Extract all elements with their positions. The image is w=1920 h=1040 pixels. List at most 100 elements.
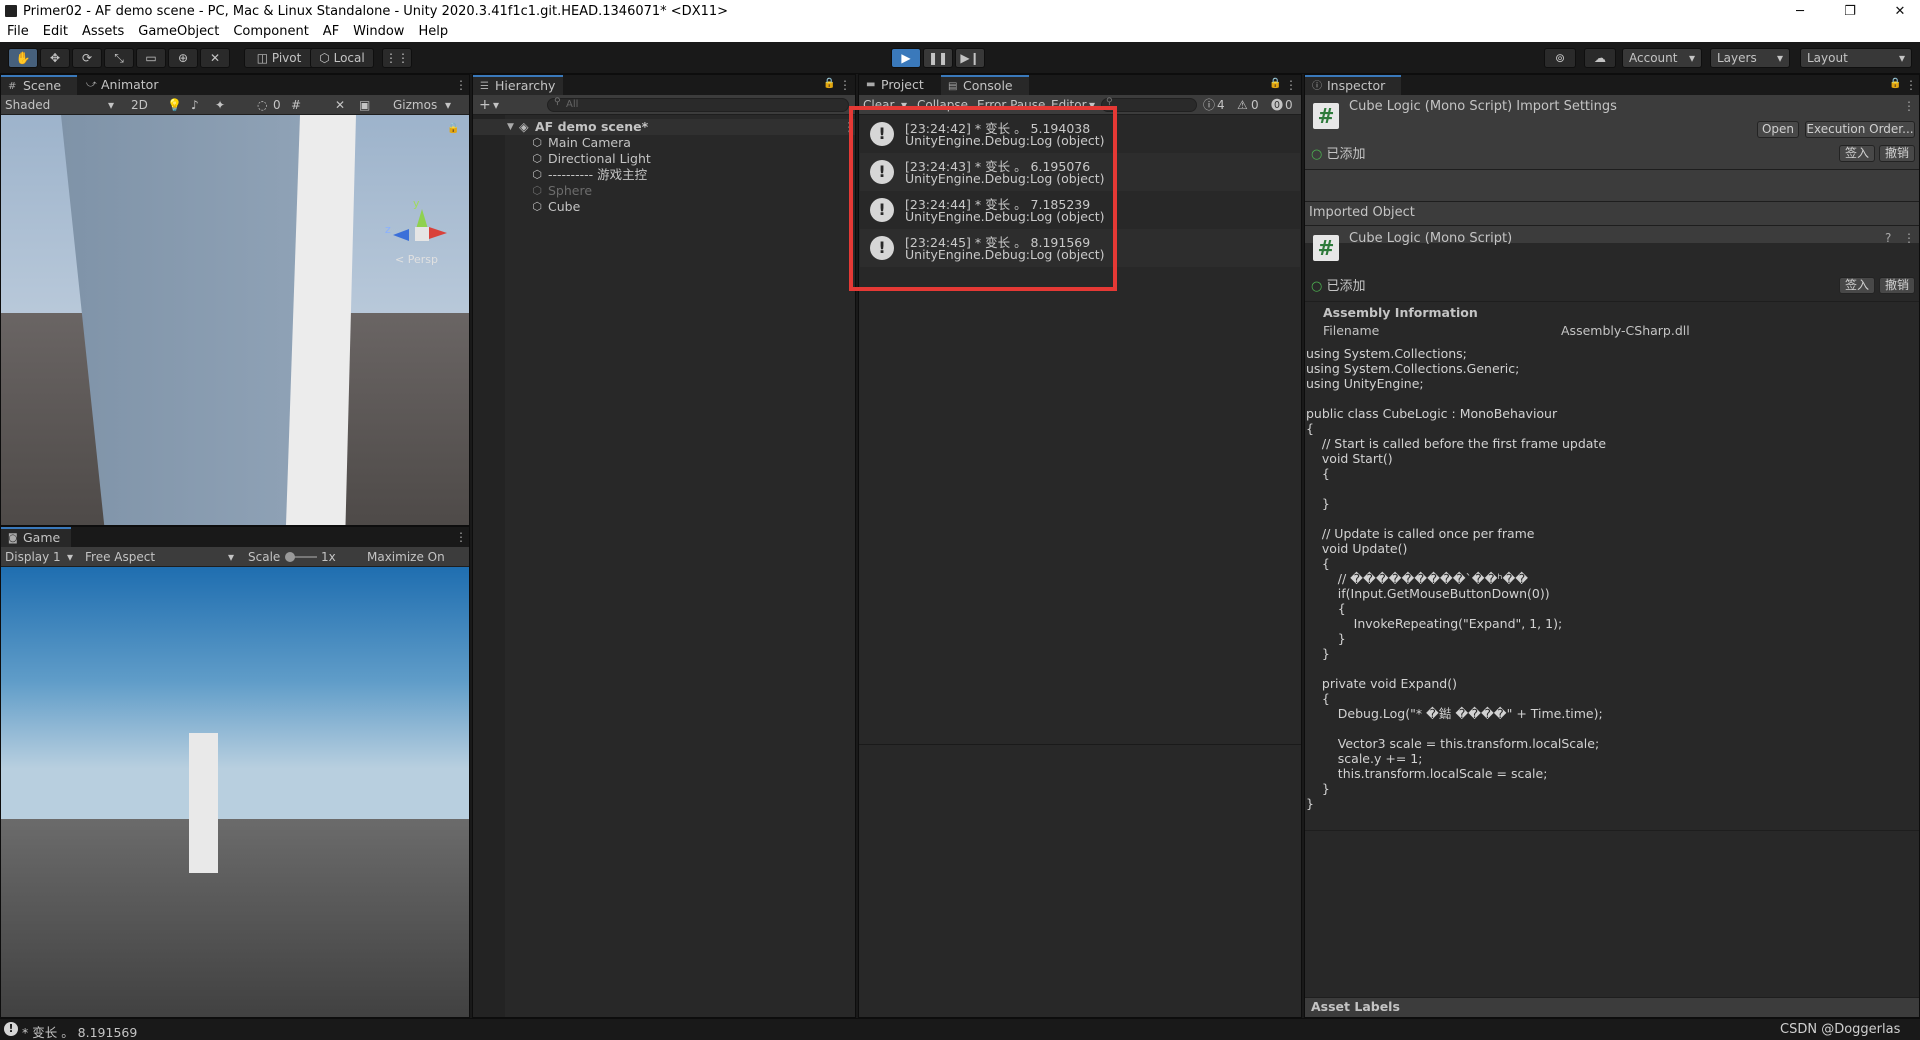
- add-button[interactable]: +: [479, 95, 491, 115]
- tab-inspector[interactable]: ⓘ Inspector: [1305, 75, 1401, 95]
- tab-animator[interactable]: ⤻ Animator: [79, 75, 169, 95]
- cloud-button[interactable]: ☁: [1584, 48, 1616, 68]
- more-options-icon[interactable]: ⋮: [1903, 99, 1915, 113]
- display-dropdown[interactable]: Display 1: [5, 547, 61, 567]
- lock-icon[interactable]: 🔒: [1269, 78, 1281, 90]
- more-options-icon[interactable]: ⋮: [1903, 231, 1915, 245]
- tab-game[interactable]: ◙ Game: [1, 527, 71, 547]
- hierarchy-item[interactable]: ⬡ Directional Light: [473, 151, 855, 167]
- menu-window[interactable]: Window: [346, 22, 411, 42]
- gizmos-dropdown[interactable]: Gizmos: [393, 95, 437, 115]
- game-viewport[interactable]: [1, 567, 469, 819]
- layout-dropdown[interactable]: Layout ▾: [1800, 48, 1912, 68]
- lock-icon[interactable]: 🔒: [1889, 78, 1901, 90]
- lock-icon[interactable]: 🔒: [447, 123, 459, 135]
- open-button[interactable]: Open: [1757, 121, 1799, 138]
- hand-icon: ✋: [15, 51, 31, 65]
- more-options-icon[interactable]: ⋮: [839, 78, 851, 92]
- aspect-dropdown[interactable]: Free Aspect: [85, 547, 155, 567]
- revert-button[interactable]: 撤销: [1879, 145, 1915, 162]
- warning-filter-icon[interactable]: ⚠: [1237, 95, 1248, 115]
- script-hash-icon: #: [1313, 235, 1339, 261]
- effects-icon[interactable]: ✦: [215, 95, 225, 115]
- more-options-icon[interactable]: ⋮: [1905, 78, 1917, 92]
- more-options-icon[interactable]: ⋮: [455, 530, 467, 544]
- error-count[interactable]: 0: [1285, 95, 1293, 115]
- grid-toggle-icon[interactable]: #: [291, 95, 301, 115]
- tools-icon: ✕: [209, 51, 221, 65]
- play-button[interactable]: ▶: [891, 48, 921, 68]
- tab-hierarchy[interactable]: ☰ Hierarchy: [473, 75, 563, 95]
- tools-toggle-icon[interactable]: ✕: [335, 95, 345, 115]
- console-tabbar: ▬ Project ▤ Console 🔒 ⋮: [859, 75, 1301, 95]
- menu-edit[interactable]: Edit: [36, 22, 75, 42]
- hierarchy-item-disabled[interactable]: ⬡ Sphere: [473, 183, 855, 199]
- scale-slider-handle[interactable]: [285, 552, 295, 562]
- warning-count[interactable]: 0: [1251, 95, 1259, 115]
- help-icon[interactable]: ?: [1885, 231, 1891, 245]
- menu-file[interactable]: File: [0, 22, 36, 42]
- revert-button[interactable]: 撤销: [1879, 277, 1915, 294]
- info-filter-icon[interactable]: ⓘ: [1203, 95, 1215, 115]
- hand-tool-button[interactable]: ✋: [8, 48, 38, 68]
- tab-scene[interactable]: # Scene: [1, 75, 77, 95]
- error-filter-icon[interactable]: ⓿: [1271, 95, 1283, 115]
- hierarchy-search-input[interactable]: ⚲ All: [547, 97, 849, 112]
- camera-icon[interactable]: ▣: [359, 95, 370, 115]
- scale-tool-button[interactable]: ⤡: [104, 48, 134, 68]
- move-tool-button[interactable]: ✥: [40, 48, 70, 68]
- maximize-on-play-toggle[interactable]: Maximize On Play: [367, 547, 469, 584]
- status-message[interactable]: * 变长 。 8.191569: [22, 1022, 137, 1040]
- minimize-button[interactable]: ─: [1780, 0, 1820, 22]
- step-button[interactable]: ▶❙: [955, 48, 985, 68]
- tab-project[interactable]: ▬ Project: [859, 75, 939, 95]
- rotate-tool-button[interactable]: ⟳: [72, 48, 102, 68]
- checkin-button[interactable]: 签入: [1839, 145, 1875, 162]
- hierarchy-item[interactable]: ⬡ Main Camera: [473, 135, 855, 151]
- pause-button[interactable]: ❚❚: [923, 48, 953, 68]
- restore-button[interactable]: ❐: [1830, 0, 1870, 22]
- layers-dropdown[interactable]: Layers ▾: [1710, 48, 1790, 68]
- execution-order-button[interactable]: Execution Order...: [1805, 121, 1915, 138]
- dropdown-arrow-icon: ▾: [228, 550, 235, 564]
- window-title: Primer02 - AF demo scene - PC, Mac & Lin…: [23, 3, 729, 19]
- menu-component[interactable]: Component: [226, 22, 315, 42]
- hierarchy-item[interactable]: ⬡ Cube: [473, 199, 855, 215]
- grid-snap-button[interactable]: ⋮⋮: [382, 48, 412, 68]
- account-dropdown[interactable]: Account ▾: [1622, 48, 1702, 68]
- menu-help[interactable]: Help: [411, 22, 455, 42]
- mode-2d-toggle[interactable]: 2D: [131, 95, 148, 115]
- hidden-objects-icon[interactable]: ◌: [257, 95, 267, 115]
- close-button[interactable]: ✕: [1880, 0, 1920, 22]
- status-added: ○ 已添加: [1311, 143, 1366, 162]
- collab-button[interactable]: ⊚: [1544, 48, 1576, 68]
- hierarchy-item[interactable]: ⬡ ---------- 游戏主控: [473, 167, 855, 183]
- axis-gizmo[interactable]: y z < Persp: [385, 193, 449, 271]
- projection-label[interactable]: < Persp: [395, 253, 438, 266]
- rect-tool-button[interactable]: ▭: [136, 48, 166, 68]
- local-toggle[interactable]: ⬡ Local: [310, 48, 374, 68]
- folder-icon: ▬: [866, 79, 876, 90]
- tab-console[interactable]: ▤ Console: [941, 75, 1029, 95]
- chevron-down-icon[interactable]: ▼: [507, 119, 514, 135]
- menu-af[interactable]: AF: [316, 22, 346, 42]
- console-splitter[interactable]: [859, 744, 1301, 745]
- transform-tool-button[interactable]: ⊕: [168, 48, 198, 68]
- menu-assets[interactable]: Assets: [75, 22, 131, 42]
- scene-root-row[interactable]: ▼ ◈ AF demo scene* ⋮: [473, 119, 856, 135]
- imported-object-label: Imported Object: [1309, 205, 1415, 220]
- shading-dropdown[interactable]: Shaded: [5, 95, 50, 115]
- more-options-icon[interactable]: ⋮: [1285, 78, 1297, 92]
- menu-gameobject[interactable]: GameObject: [131, 22, 226, 42]
- scene-view-toolbar: Shaded ▾ 2D 💡 ♪ ✦ ◌ 0 # ✕ ▣ Gizmos ▾: [1, 95, 469, 115]
- lock-icon[interactable]: 🔒: [823, 78, 835, 90]
- custom-tool-button[interactable]: ✕: [200, 48, 230, 68]
- gameobject-icon: ⬡: [532, 152, 542, 165]
- info-count[interactable]: 4: [1217, 95, 1225, 115]
- scene-name: AF demo scene*: [535, 119, 649, 134]
- audio-icon[interactable]: ♪: [191, 95, 199, 115]
- more-options-icon[interactable]: ⋮: [455, 78, 467, 92]
- lighting-icon[interactable]: 💡: [167, 95, 182, 115]
- pivot-toggle[interactable]: ◫ Pivot: [244, 48, 314, 68]
- checkin-button[interactable]: 签入: [1839, 277, 1875, 294]
